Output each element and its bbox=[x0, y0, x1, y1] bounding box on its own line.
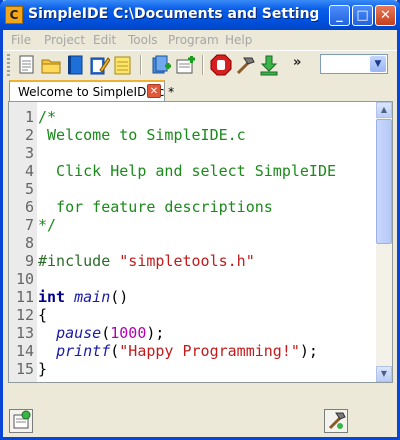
menu-bar: File Project Edit Tools Program Help bbox=[3, 30, 397, 50]
line-number: 5 bbox=[24, 180, 34, 198]
line-number: 15 bbox=[15, 360, 34, 378]
toolbar-overflow-chevron[interactable]: » bbox=[293, 55, 301, 70]
string-token: "Happy Programming!" bbox=[119, 342, 300, 360]
punctuation-token: ( bbox=[101, 324, 111, 342]
line-number: 9 bbox=[24, 252, 34, 270]
minimize-button[interactable]: _ bbox=[329, 5, 350, 26]
punctuation-token: ( bbox=[110, 342, 120, 360]
scroll-thumb[interactable] bbox=[376, 119, 392, 244]
string-token: "simpletools.h" bbox=[119, 252, 255, 270]
punctuation-token: ); bbox=[299, 342, 318, 360]
line-number: 2 bbox=[24, 126, 34, 144]
function-token: pause bbox=[56, 324, 102, 342]
maximize-button[interactable]: □ bbox=[352, 5, 373, 26]
close-button[interactable]: ✕ bbox=[375, 5, 396, 26]
project-add-icon[interactable] bbox=[174, 54, 196, 76]
tools-icon[interactable] bbox=[324, 409, 348, 433]
line-number: 4 bbox=[24, 162, 34, 180]
build-hammer-icon[interactable] bbox=[234, 54, 256, 76]
code-line-6: for feature descriptions bbox=[38, 198, 273, 216]
line-number: 3 bbox=[24, 144, 34, 162]
code-line-14: printf("Happy Programming!"); bbox=[38, 342, 318, 360]
toolbar-separator bbox=[140, 55, 142, 75]
menu-project[interactable]: Project bbox=[44, 33, 85, 47]
build-status-icon[interactable] bbox=[9, 409, 33, 433]
line-number: 8 bbox=[24, 234, 34, 252]
board-type-select[interactable]: ▼ bbox=[320, 54, 388, 74]
code-line-7: */ bbox=[38, 216, 57, 234]
menu-program[interactable]: Program bbox=[168, 33, 219, 47]
vertical-scrollbar[interactable]: ▲ ▼ bbox=[376, 102, 392, 382]
code-line-2: Welcome to SimpleIDE.c bbox=[38, 126, 246, 144]
toolbar: » ▼ bbox=[3, 50, 397, 79]
chevron-down-icon[interactable]: ▼ bbox=[370, 56, 386, 72]
line-number: 10 bbox=[15, 270, 34, 288]
line-number-gutter: 1 2 3 4 5 6 7 8 9 10 11 12 13 14 15 bbox=[9, 102, 37, 382]
window-title: SimpleIDE C:\Documents and Settings\slin… bbox=[28, 6, 318, 22]
line-number: 13 bbox=[15, 324, 34, 342]
preprocessor-token: #include bbox=[38, 252, 111, 270]
toolbar-separator bbox=[202, 55, 204, 75]
menu-help[interactable]: Help bbox=[225, 33, 252, 47]
open-folder-icon[interactable] bbox=[40, 54, 62, 76]
punctuation-token: ); bbox=[146, 324, 165, 342]
number-token: 1000 bbox=[110, 324, 147, 342]
code-line-12: { bbox=[38, 306, 48, 324]
app-window: C SimpleIDE C:\Documents and Settings\sl… bbox=[0, 0, 400, 440]
function-token: main bbox=[74, 288, 111, 306]
scroll-up-icon[interactable]: ▲ bbox=[376, 102, 392, 118]
line-number: 6 bbox=[24, 198, 34, 216]
code-line-9: #include "simpletools.h" bbox=[38, 252, 255, 270]
code-line-15: } bbox=[38, 360, 48, 378]
menu-tools[interactable]: Tools bbox=[128, 33, 158, 47]
tab-welcome[interactable]: Welcome to SimpleIDE.c * ✕ bbox=[9, 80, 174, 102]
new-file-icon[interactable] bbox=[16, 54, 38, 76]
line-number: 14 bbox=[15, 342, 34, 360]
title-bar[interactable]: C SimpleIDE C:\Documents and Settings\sl… bbox=[0, 0, 400, 30]
status-bar bbox=[3, 402, 397, 440]
save-notes-icon[interactable] bbox=[112, 54, 134, 76]
app-icon: C bbox=[5, 6, 23, 24]
toolbar-grip[interactable] bbox=[7, 54, 10, 76]
scroll-down-icon[interactable]: ▼ bbox=[376, 366, 392, 382]
line-number: 12 bbox=[15, 306, 34, 324]
tab-bar: Welcome to SimpleIDE.c * ✕ bbox=[3, 78, 397, 102]
edit-notebook-icon[interactable] bbox=[88, 54, 111, 76]
tab-close-icon[interactable]: ✕ bbox=[147, 84, 161, 98]
code-line-1: /* bbox=[38, 108, 57, 126]
menu-edit[interactable]: Edit bbox=[93, 33, 116, 47]
function-token: printf bbox=[56, 342, 111, 360]
line-number: 1 bbox=[24, 108, 34, 126]
code-line-11: int main() bbox=[38, 288, 128, 306]
code-line-13: pause(1000); bbox=[38, 324, 164, 342]
keyword-token: int bbox=[38, 288, 66, 306]
code-line-4: Click Help and select SimpleIDE bbox=[38, 162, 337, 180]
punctuation-token: () bbox=[110, 288, 129, 306]
book-icon[interactable] bbox=[64, 54, 86, 76]
stop-hand-icon[interactable] bbox=[210, 54, 232, 76]
line-number: 7 bbox=[24, 216, 34, 234]
download-arrow-icon[interactable] bbox=[258, 54, 280, 76]
line-number: 11 bbox=[15, 288, 34, 306]
menu-file[interactable]: File bbox=[11, 33, 31, 47]
code-editor[interactable]: 1 2 3 4 5 6 7 8 9 10 11 12 13 14 15 /* W… bbox=[8, 101, 393, 383]
add-file-icon[interactable] bbox=[150, 54, 172, 76]
